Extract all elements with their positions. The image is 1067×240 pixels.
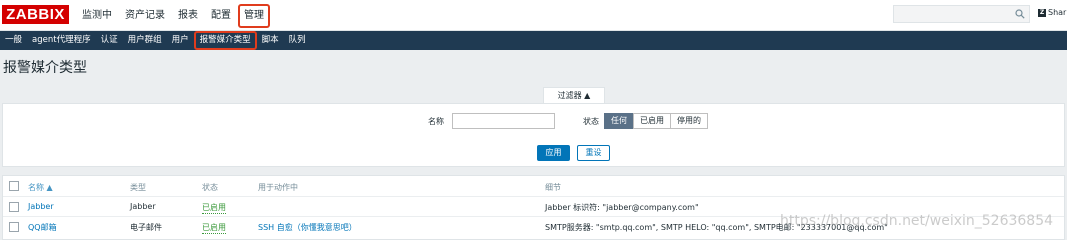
share-label: Shar — [1048, 8, 1067, 17]
header-details: 细节 — [545, 183, 561, 192]
submenu-user-groups[interactable]: 用户群组 — [123, 33, 167, 48]
media-type: 电子邮件 — [130, 223, 162, 232]
media-name-link[interactable]: QQ邮箱 — [28, 222, 57, 233]
page-title: 报警媒介类型 — [3, 60, 87, 76]
media-details: Jabber 标识符: "jabber@company.com" — [545, 203, 699, 212]
menu-reports[interactable]: 报表 — [172, 6, 204, 26]
menu-monitoring[interactable]: 监测中 — [76, 6, 118, 26]
menu-administration[interactable]: 管理 — [238, 3, 270, 28]
row-checkbox[interactable] — [9, 202, 19, 212]
status-toggle[interactable]: 已启用 — [202, 202, 226, 214]
watermark: https://blog.csdn.net/weixin_52636854 — [780, 213, 1054, 229]
submenu-scripts[interactable]: 脚本 — [257, 33, 284, 48]
submenu-users[interactable]: 用户 — [167, 33, 194, 48]
filter-tab[interactable]: 过滤器 ▲ — [543, 87, 605, 104]
top-bar: ZABBIX 监测中 资产记录 报表 配置 管理 Z Shar — [0, 0, 1067, 31]
filter-status-label: 状态 — [583, 117, 599, 126]
header-used-in-actions: 用于动作中 — [258, 183, 298, 192]
share-button[interactable]: Z Shar — [1038, 8, 1066, 17]
menu-inventory[interactable]: 资产记录 — [119, 6, 171, 26]
submenu-bar: 一般 agent代理程序 认证 用户群组 用户 报警媒介类型 脚本 队列 — [0, 31, 1067, 50]
status-segmented-control: 任何 已启用 停用的 — [604, 113, 708, 129]
zabbix-logo[interactable]: ZABBIX — [2, 5, 69, 24]
header-status: 状态 — [202, 183, 218, 192]
header-name[interactable]: 名称 ▲ — [28, 182, 53, 193]
menu-configuration[interactable]: 配置 — [205, 6, 237, 26]
submenu-queue[interactable]: 队列 — [284, 33, 311, 48]
main-menu: 监测中 资产记录 报表 配置 管理 — [76, 0, 271, 31]
status-toggle[interactable]: 已启用 — [202, 222, 226, 234]
submenu-authentication[interactable]: 认证 — [96, 33, 123, 48]
media-types-table: 名称 ▲ 类型 状态 用于动作中 细节 Jabber Jabber 已启用 Ja… — [2, 175, 1065, 240]
media-type: Jabber — [130, 202, 156, 211]
action-link[interactable]: SSH 自愈（你懂我意思吧） — [258, 222, 357, 233]
submenu-proxies[interactable]: agent代理程序 — [27, 33, 96, 48]
status-enabled-option[interactable]: 已启用 — [633, 113, 671, 129]
search-input[interactable] — [893, 5, 1030, 23]
submenu-media-types[interactable]: 报警媒介类型 — [193, 31, 257, 50]
apply-button[interactable]: 应用 — [537, 145, 570, 161]
search-icon[interactable] — [1015, 9, 1025, 19]
reset-button[interactable]: 重设 — [577, 145, 610, 161]
media-name-link[interactable]: Jabber — [28, 202, 54, 211]
table-header-row: 名称 ▲ 类型 状态 用于动作中 细节 — [3, 176, 1064, 197]
filter-name-input[interactable] — [452, 113, 555, 129]
submenu-general[interactable]: 一般 — [0, 33, 27, 48]
select-all-checkbox[interactable] — [9, 181, 19, 191]
filter-name-label: 名称 — [428, 117, 444, 126]
row-checkbox[interactable] — [9, 222, 19, 232]
status-disabled-option[interactable]: 停用的 — [670, 113, 708, 129]
share-icon: Z — [1038, 8, 1046, 17]
status-any-option[interactable]: 任何 — [604, 113, 634, 129]
header-type: 类型 — [130, 183, 146, 192]
